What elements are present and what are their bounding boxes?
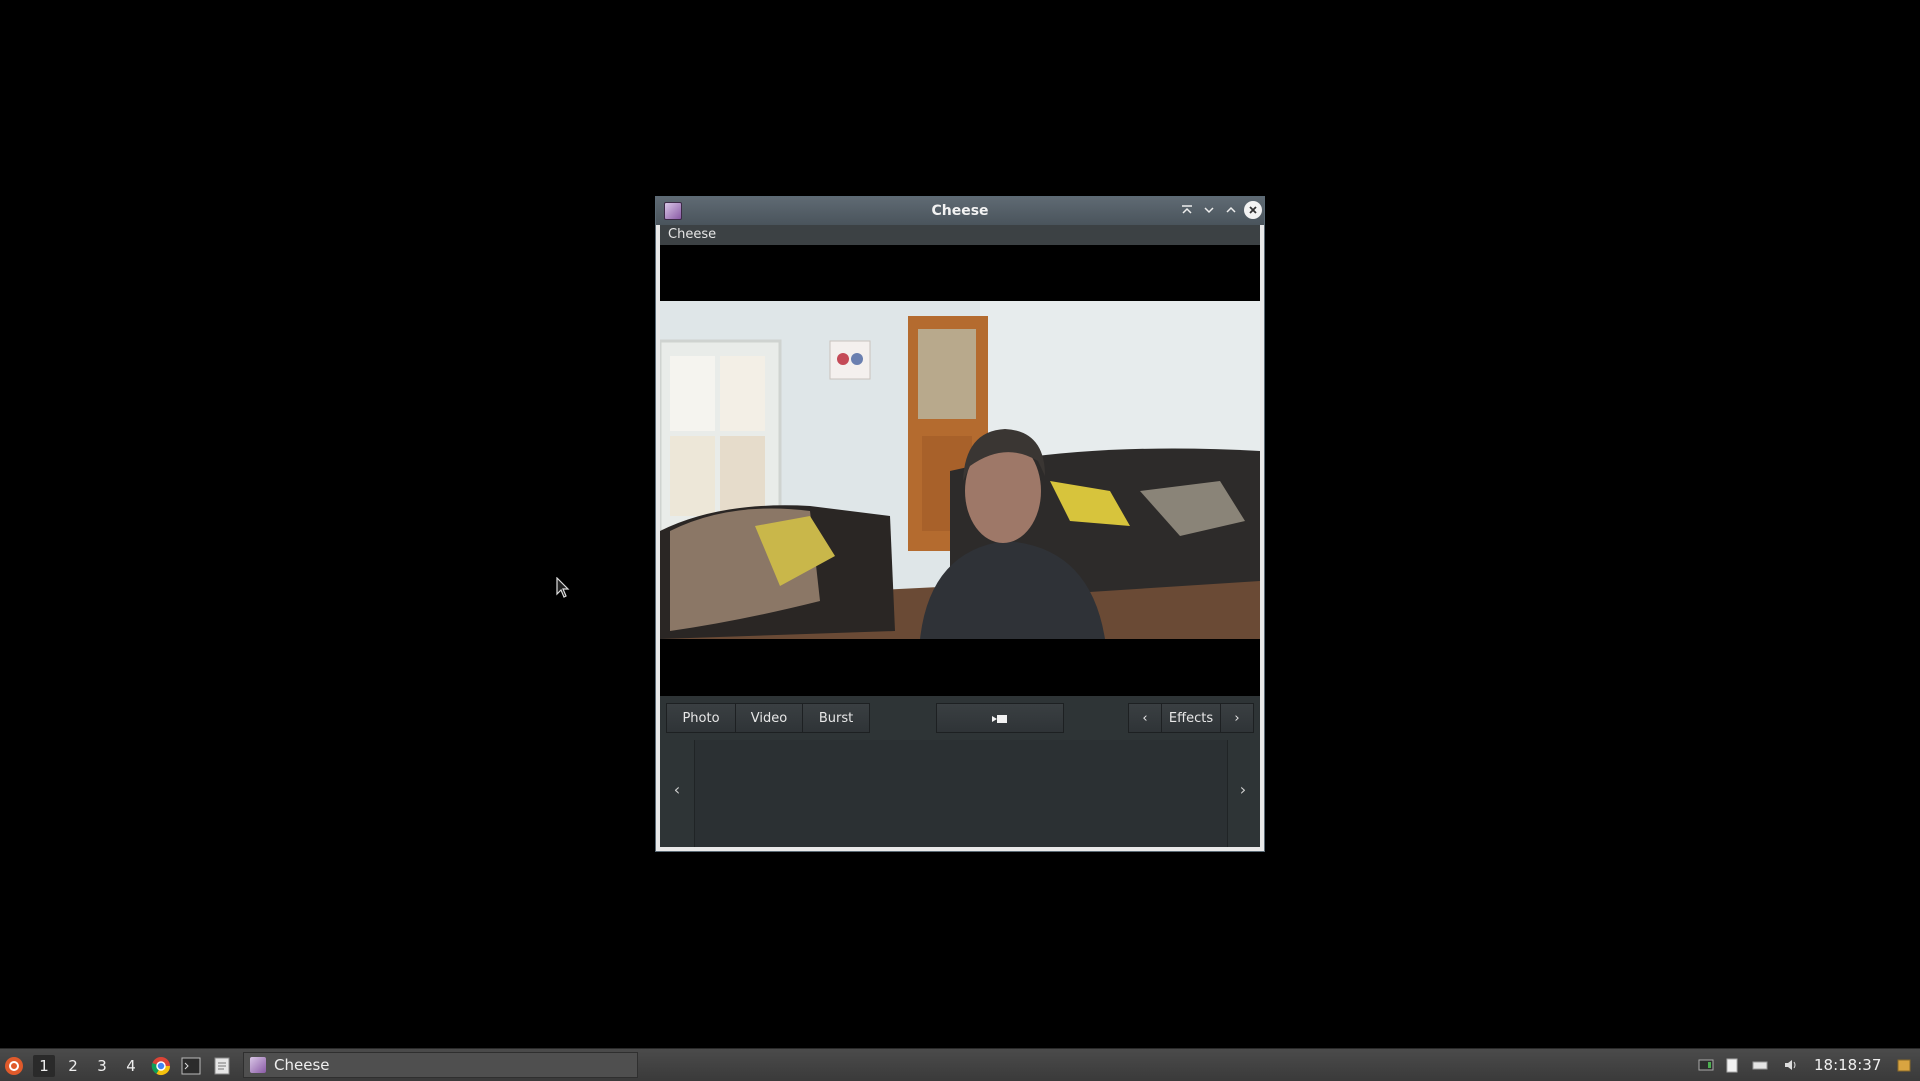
- minimize-icon[interactable]: [1200, 201, 1218, 219]
- chrome-icon[interactable]: [151, 1056, 171, 1076]
- start-menu-icon[interactable]: [4, 1056, 24, 1076]
- thumbnails-next-button[interactable]: ›: [1233, 780, 1253, 799]
- effects-prev-button[interactable]: ‹: [1128, 703, 1162, 733]
- shade-icon[interactable]: [1178, 201, 1196, 219]
- terminal-icon[interactable]: [181, 1057, 201, 1075]
- taskbar-task-cheese[interactable]: Cheese: [243, 1052, 638, 1078]
- chevron-right-icon: ›: [1239, 780, 1247, 799]
- thumbnail-strip: ‹ ›: [660, 740, 1260, 847]
- thumbnails-prev-button[interactable]: ‹: [667, 780, 687, 799]
- video-camera-icon: [992, 714, 1007, 723]
- workspace-3[interactable]: 3: [91, 1055, 113, 1077]
- files-icon[interactable]: [213, 1057, 231, 1075]
- webcam-image: [660, 301, 1260, 639]
- thumbnail-area[interactable]: [694, 740, 1228, 847]
- mouse-cursor-icon: [556, 577, 570, 598]
- effects-next-button[interactable]: ›: [1220, 703, 1254, 733]
- window-titlebar[interactable]: Cheese: [656, 197, 1264, 225]
- window-title: Cheese: [931, 203, 989, 219]
- window-client: Cheese Photo Video Burst ‹ Effects › ‹ ›: [660, 225, 1260, 847]
- workspace-1[interactable]: 1: [33, 1055, 55, 1077]
- maximize-icon[interactable]: [1222, 201, 1240, 219]
- photo-mode-button[interactable]: Photo: [666, 703, 736, 733]
- burst-mode-button[interactable]: Burst: [802, 703, 870, 733]
- workspace-4[interactable]: 4: [120, 1055, 142, 1077]
- close-icon[interactable]: [1244, 201, 1262, 219]
- cheese-window: Cheese Cheese Photo Video Burst ‹ Effect…: [655, 196, 1265, 852]
- workspace-2[interactable]: 2: [62, 1055, 84, 1077]
- clock: 18:18:37: [1814, 1056, 1882, 1074]
- video-mode-button[interactable]: Video: [735, 703, 803, 733]
- app-menu[interactable]: Cheese: [660, 227, 716, 242]
- record-button[interactable]: [936, 703, 1064, 733]
- keyboard-icon[interactable]: [1752, 1057, 1768, 1073]
- mode-toolbar: Photo Video Burst ‹ Effects ›: [660, 696, 1260, 740]
- effects-button[interactable]: Effects: [1161, 703, 1221, 733]
- clipboard-icon[interactable]: [1724, 1057, 1740, 1073]
- task-title: Cheese: [274, 1056, 330, 1074]
- network-icon[interactable]: [1698, 1057, 1714, 1073]
- cheese-app-icon: [250, 1057, 266, 1073]
- webcam-preview: [660, 301, 1260, 639]
- taskbar: 1 2 3 4 Cheese 18:18:37: [0, 1048, 1920, 1081]
- volume-icon[interactable]: [1783, 1057, 1799, 1073]
- chevron-right-icon: ›: [1234, 711, 1240, 726]
- notes-icon[interactable]: [1896, 1057, 1912, 1073]
- app-menubar: Cheese: [660, 225, 1260, 245]
- camera-viewport: [660, 245, 1260, 696]
- chevron-left-icon: ‹: [673, 780, 681, 799]
- chevron-left-icon: ‹: [1142, 711, 1148, 726]
